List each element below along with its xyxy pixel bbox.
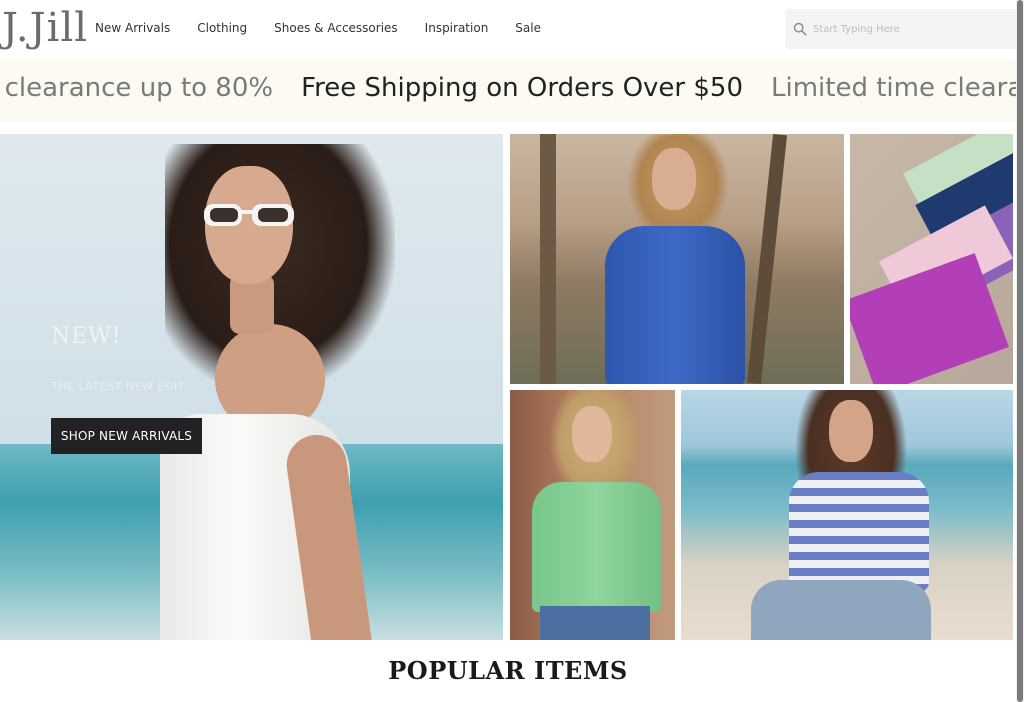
hero-banner[interactable]: NEW! THE LATEST NEW EDIT SHOP NEW ARRIVA… — [0, 134, 503, 640]
tile-model-jeans — [540, 606, 650, 640]
promo-message: me clearance up to 80% — [0, 73, 274, 103]
lookbook-tile-folded-tops[interactable] — [850, 134, 1013, 384]
lookbook-tile-blue-sweater[interactable] — [510, 134, 844, 384]
lookbook-tile-green-tee[interactable] — [510, 390, 675, 640]
scrollbar-thumb[interactable] — [1017, 0, 1023, 702]
nav-item-inspiration[interactable]: Inspiration — [425, 21, 489, 35]
popular-items-heading: POPULAR ITEMS — [388, 656, 628, 685]
hero-subheadline: THE LATEST NEW EDIT — [51, 380, 185, 393]
nav-item-new-arrivals[interactable]: New Arrivals — [95, 21, 170, 35]
shop-new-arrivals-button[interactable]: SHOP NEW ARRIVALS — [51, 418, 202, 454]
promo-message: Free Shipping on Orders Over $50 — [301, 73, 743, 103]
lookbook-tile-striped-sweater[interactable] — [681, 390, 1013, 640]
tile-model-face — [572, 406, 612, 462]
main-nav: New Arrivals Clothing Shoes & Accessorie… — [95, 21, 568, 35]
tile-model-sweater — [789, 472, 929, 592]
nav-item-clothing[interactable]: Clothing — [197, 21, 247, 35]
search-input[interactable] — [813, 23, 1003, 35]
search-box[interactable] — [785, 9, 1016, 49]
tile-model-tee — [532, 482, 662, 612]
tile-model-jeans — [751, 580, 931, 640]
tile-palm-trunk — [540, 134, 556, 384]
tile-model-face — [829, 400, 873, 462]
search-icon[interactable] — [793, 22, 807, 36]
tile-palm-trunk — [746, 134, 788, 384]
promo-message: Limited time clearance — [771, 73, 1016, 103]
promo-ticker: me clearance up to 80% Free Shipping on … — [0, 73, 1016, 103]
sunglasses-image — [204, 204, 294, 226]
hero-headline: NEW! — [51, 324, 122, 349]
nav-item-shoes-accessories[interactable]: Shoes & Accessories — [274, 21, 398, 35]
tile-model-face — [652, 148, 696, 210]
brand-logo[interactable]: J.Jill — [2, 6, 88, 50]
site-header: J.Jill New Arrivals Clothing Shoes & Acc… — [0, 0, 1016, 60]
nav-item-sale[interactable]: Sale — [515, 21, 541, 35]
page-scrollbar[interactable] — [1016, 0, 1024, 702]
promo-banner: me clearance up to 80% Free Shipping on … — [0, 60, 1016, 122]
tile-model-sweater — [605, 226, 745, 384]
